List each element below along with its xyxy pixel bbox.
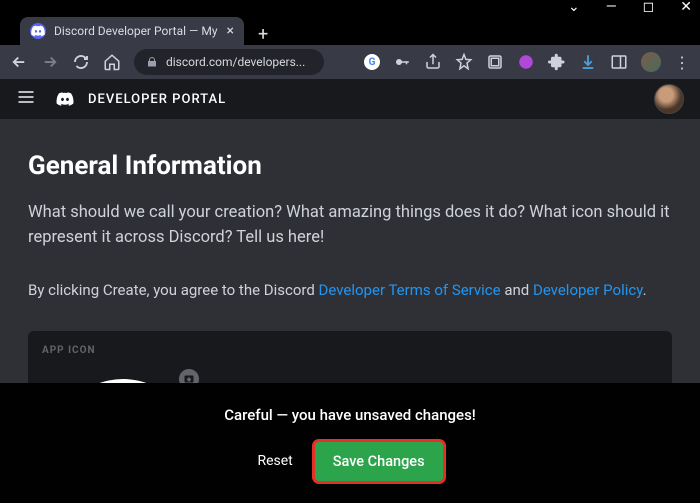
unsaved-changes-bar: Careful — you have unsaved changes! Rese… xyxy=(0,383,700,503)
profile-avatar-icon[interactable] xyxy=(641,52,661,72)
policy-link[interactable]: Developer Policy xyxy=(533,281,643,299)
user-avatar[interactable] xyxy=(654,84,684,114)
save-changes-button[interactable]: Save Changes xyxy=(315,442,443,481)
tab-title: Discord Developer Portal — My A xyxy=(54,24,219,38)
browser-toolbar: discord.com/developers... G ⋮ xyxy=(0,45,700,79)
lock-icon xyxy=(146,53,158,72)
share-icon[interactable] xyxy=(424,53,442,71)
window-titlebar: ⌄ — ◻ ✕ xyxy=(0,0,700,17)
key-icon[interactable] xyxy=(393,53,411,71)
new-tab-button[interactable]: + xyxy=(244,24,282,45)
forward-icon[interactable] xyxy=(41,53,59,71)
browser-tab[interactable]: Discord Developer Portal — My A × xyxy=(20,17,244,45)
hamburger-icon[interactable] xyxy=(16,87,36,111)
discord-logo[interactable]: DEVELOPER PORTAL xyxy=(52,89,226,109)
main-content: General Information What should we call … xyxy=(0,119,700,411)
url-bar[interactable]: discord.com/developers... xyxy=(134,49,324,75)
window-minimize-icon[interactable]: — xyxy=(606,0,617,12)
home-icon[interactable] xyxy=(103,53,121,71)
opera-icon[interactable] xyxy=(517,53,535,71)
brand-text: DEVELOPER PORTAL xyxy=(88,92,226,107)
star-icon[interactable] xyxy=(455,53,473,71)
menu-icon[interactable]: ⋮ xyxy=(674,53,690,72)
reload-icon[interactable] xyxy=(72,53,90,71)
panel-icon[interactable] xyxy=(610,53,628,71)
download-icon[interactable] xyxy=(579,53,597,71)
page-subtitle: What should we call your creation? What … xyxy=(28,201,672,251)
window-close-icon[interactable]: ✕ xyxy=(680,0,692,12)
browser-tabstrip: Discord Developer Portal — My A × + xyxy=(0,17,700,45)
window-maximize-icon[interactable]: ◻ xyxy=(643,0,655,12)
tab-close-icon[interactable]: × xyxy=(227,23,234,39)
unsaved-message: Careful — you have unsaved changes! xyxy=(224,406,476,424)
reset-button[interactable]: Reset xyxy=(257,453,292,469)
app-header: DEVELOPER PORTAL xyxy=(0,79,700,119)
page-title: General Information xyxy=(28,151,672,181)
url-text: discord.com/developers... xyxy=(166,55,305,69)
reader-icon[interactable] xyxy=(486,53,504,71)
tos-link[interactable]: Developer Terms of Service xyxy=(319,281,501,299)
tos-text: By clicking Create, you agree to the Dis… xyxy=(28,279,672,302)
discord-favicon-icon xyxy=(30,23,46,39)
window-dropdown-icon[interactable]: ⌄ xyxy=(568,0,580,12)
back-icon[interactable] xyxy=(10,53,28,71)
google-icon[interactable]: G xyxy=(364,54,380,70)
app-icon-label: APP ICON xyxy=(42,345,658,356)
extensions-icon[interactable] xyxy=(548,53,566,71)
